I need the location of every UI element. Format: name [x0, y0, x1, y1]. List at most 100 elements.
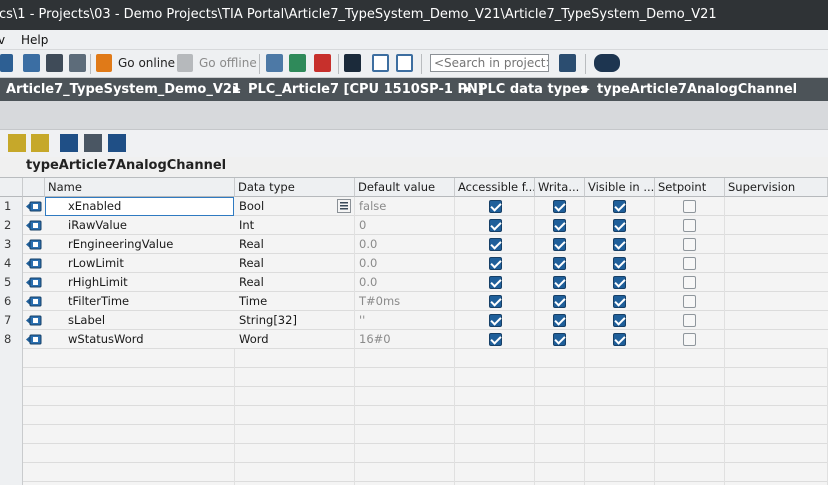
visible-checkbox[interactable]: [613, 219, 626, 232]
setpoint-checkbox[interactable]: [683, 314, 696, 327]
accessible-devices-icon[interactable]: [266, 54, 283, 72]
cell-name[interactable]: iRawValue: [45, 216, 235, 235]
breadcrumb-plc[interactable]: PLC_Article7 [CPU 1510SP-1 PN]: [248, 78, 484, 101]
setpoint-checkbox[interactable]: [683, 333, 696, 346]
accessible-checkbox[interactable]: [489, 333, 502, 346]
cell-supervision[interactable]: [725, 254, 828, 273]
cell-default-value[interactable]: 16#0: [355, 330, 455, 349]
split-vertical-icon[interactable]: [396, 54, 413, 72]
cell-supervision[interactable]: [725, 273, 828, 292]
writable-checkbox[interactable]: [553, 276, 566, 289]
column-header-accessible[interactable]: Accessible f...: [455, 178, 535, 197]
cell-supervision[interactable]: [725, 311, 828, 330]
setpoint-checkbox[interactable]: [683, 238, 696, 251]
accessible-checkbox[interactable]: [489, 257, 502, 270]
cell-data-type[interactable]: Real: [235, 254, 355, 273]
column-header-default-value[interactable]: Default value: [355, 178, 455, 197]
upload-icon[interactable]: [23, 54, 40, 72]
cell-default-value[interactable]: 0.0: [355, 235, 455, 254]
cell-data-type[interactable]: Int: [235, 216, 355, 235]
table-row[interactable]: 6 tFilterTime Time T#0ms: [0, 292, 828, 311]
download-device-icon[interactable]: [46, 54, 63, 72]
setpoint-checkbox[interactable]: [683, 257, 696, 270]
writable-checkbox[interactable]: [553, 314, 566, 327]
column-header-name[interactable]: Name: [45, 178, 235, 197]
column-header-setpoint[interactable]: Setpoint: [655, 178, 725, 197]
menu-help[interactable]: Help: [21, 33, 48, 47]
cross-reference-icon[interactable]: [344, 54, 361, 72]
table-row[interactable]: 5 rHighLimit Real 0.0: [0, 273, 828, 292]
data-type-picker-icon[interactable]: [337, 199, 351, 213]
cell-supervision[interactable]: [725, 235, 828, 254]
split-horizontal-icon[interactable]: [372, 54, 389, 72]
empty-row[interactable]: [0, 444, 828, 463]
writable-checkbox[interactable]: [553, 238, 566, 251]
list-view-icon[interactable]: [108, 134, 126, 152]
table-row[interactable]: 3 rEngineeringValue Real 0.0: [0, 235, 828, 254]
cell-supervision[interactable]: [725, 197, 828, 216]
cell-data-type[interactable]: Real: [235, 235, 355, 254]
accessible-checkbox[interactable]: [489, 276, 502, 289]
cell-default-value[interactable]: '': [355, 311, 455, 330]
download-icon[interactable]: [0, 54, 13, 72]
cell-supervision[interactable]: [725, 330, 828, 349]
collapse-all-icon[interactable]: [84, 134, 102, 152]
cell-default-value[interactable]: 0.0: [355, 254, 455, 273]
accessible-checkbox[interactable]: [489, 219, 502, 232]
cell-default-value[interactable]: T#0ms: [355, 292, 455, 311]
table-row[interactable]: 7 sLabel String[32] '': [0, 311, 828, 330]
setpoint-checkbox[interactable]: [683, 219, 696, 232]
insert-row-icon[interactable]: [8, 134, 26, 152]
visible-checkbox[interactable]: [613, 295, 626, 308]
search-input[interactable]: [430, 54, 549, 72]
go-online-icon[interactable]: [96, 54, 112, 72]
column-header-data-type[interactable]: Data type: [235, 178, 355, 197]
setpoint-checkbox[interactable]: [683, 276, 696, 289]
empty-row[interactable]: [0, 406, 828, 425]
cell-name[interactable]: xEnabled: [45, 197, 235, 216]
breadcrumb-project[interactable]: Article7_TypeSystem_Demo_V21: [6, 78, 241, 101]
add-row-icon[interactable]: [31, 134, 49, 152]
empty-row[interactable]: [0, 349, 828, 368]
visible-checkbox[interactable]: [613, 200, 626, 213]
cell-name[interactable]: rEngineeringValue: [45, 235, 235, 254]
table-row[interactable]: 1 xEnabled Bool false: [0, 197, 828, 216]
cell-name[interactable]: rLowLimit: [45, 254, 235, 273]
accessible-checkbox[interactable]: [489, 295, 502, 308]
menu-view[interactable]: v: [0, 33, 5, 47]
cell-name[interactable]: sLabel: [45, 311, 235, 330]
accessible-checkbox[interactable]: [489, 314, 502, 327]
cell-default-value[interactable]: false: [355, 197, 455, 216]
cell-data-type[interactable]: String[32]: [235, 311, 355, 330]
cell-name[interactable]: tFilterTime: [45, 292, 235, 311]
cell-default-value[interactable]: 0: [355, 216, 455, 235]
cell-default-value[interactable]: 0.0: [355, 273, 455, 292]
breadcrumb-plc-data-types[interactable]: PLC data types: [478, 78, 588, 101]
setpoint-checkbox[interactable]: [683, 295, 696, 308]
writable-checkbox[interactable]: [553, 257, 566, 270]
cell-name[interactable]: rHighLimit: [45, 273, 235, 292]
breadcrumb-current[interactable]: typeArticle7AnalogChannel: [597, 78, 797, 101]
visible-checkbox[interactable]: [613, 257, 626, 270]
writable-checkbox[interactable]: [553, 219, 566, 232]
column-header-writable[interactable]: Writa...: [535, 178, 585, 197]
table-row[interactable]: 2 iRawValue Int 0: [0, 216, 828, 235]
empty-row[interactable]: [0, 368, 828, 387]
writable-checkbox[interactable]: [553, 295, 566, 308]
cell-name[interactable]: wStatusWord: [45, 330, 235, 349]
search-project-icon[interactable]: [559, 54, 576, 72]
cell-data-type[interactable]: Time: [235, 292, 355, 311]
writable-checkbox[interactable]: [553, 200, 566, 213]
column-header-visible[interactable]: Visible in ...: [585, 178, 655, 197]
stop-cpu-icon[interactable]: [314, 54, 331, 72]
visible-checkbox[interactable]: [613, 314, 626, 327]
cell-data-type[interactable]: Real: [235, 273, 355, 292]
cell-supervision[interactable]: [725, 292, 828, 311]
table-row[interactable]: 8 wStatusWord Word 16#0: [0, 330, 828, 349]
visible-checkbox[interactable]: [613, 333, 626, 346]
visible-checkbox[interactable]: [613, 276, 626, 289]
accessible-checkbox[interactable]: [489, 238, 502, 251]
empty-row[interactable]: [0, 463, 828, 482]
assistant-icon[interactable]: [594, 54, 620, 72]
column-header-supervision[interactable]: Supervision: [725, 178, 828, 197]
